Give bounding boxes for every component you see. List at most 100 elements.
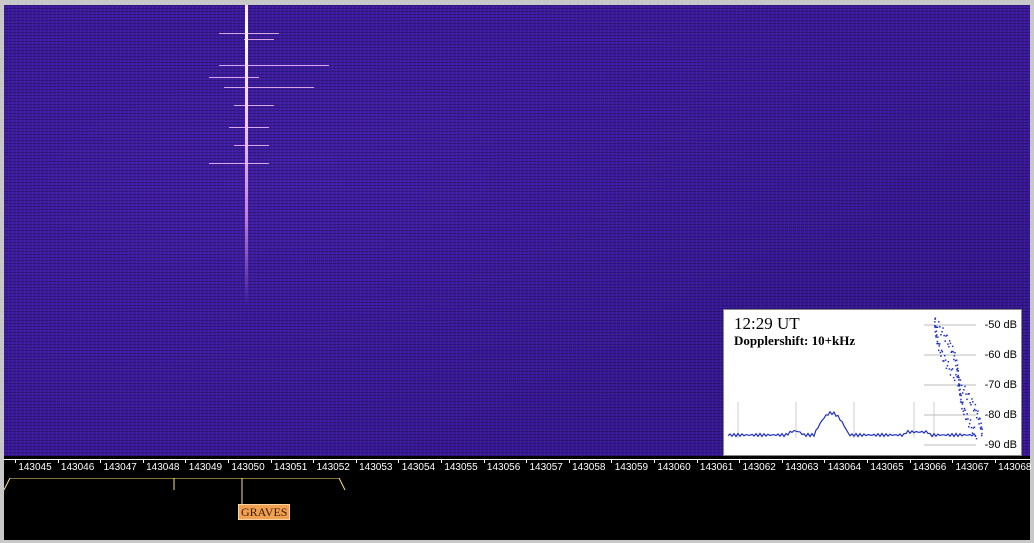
doppler-point xyxy=(944,354,946,357)
frequency-label: 143064 xyxy=(827,462,862,473)
scale-tick xyxy=(100,459,102,463)
frequency-label: 143055 xyxy=(444,462,478,473)
doppler-point xyxy=(944,359,947,361)
doppler-point xyxy=(952,351,954,353)
doppler-point xyxy=(953,358,955,361)
doppler-point xyxy=(968,422,971,425)
meteor-echo xyxy=(209,163,269,164)
doppler-point xyxy=(945,367,948,370)
scale-tick xyxy=(142,459,144,463)
doppler-point xyxy=(943,334,945,337)
doppler-point xyxy=(968,426,970,428)
scale-tick xyxy=(228,459,229,463)
scale-tick xyxy=(483,459,485,463)
graves-marker-label[interactable]: GRAVES xyxy=(238,504,291,520)
doppler-point xyxy=(973,426,976,428)
frequency-label: 143050 xyxy=(231,462,265,473)
doppler-point xyxy=(981,434,983,437)
doppler-point xyxy=(934,321,936,323)
scale-tick xyxy=(867,459,868,463)
scale-line xyxy=(4,459,1030,460)
doppler-point xyxy=(981,428,983,430)
db-label: -90 dB xyxy=(984,439,1017,451)
doppler-point xyxy=(938,349,940,352)
frequency-label: 143068 xyxy=(998,462,1032,473)
doppler-point xyxy=(948,368,951,370)
scale-tick xyxy=(611,459,613,463)
doppler-point xyxy=(963,389,965,391)
doppler-point xyxy=(954,352,956,354)
doppler-point xyxy=(967,418,969,420)
frequency-label: 143053 xyxy=(359,462,393,473)
doppler-point xyxy=(976,413,979,415)
spectrum-trace xyxy=(727,410,977,438)
frequency-label: 143054 xyxy=(401,462,436,473)
frequency-label: 143060 xyxy=(657,462,691,473)
doppler-point xyxy=(958,379,960,381)
doppler-point xyxy=(960,384,963,387)
doppler-point xyxy=(963,407,966,410)
doppler-point xyxy=(960,398,962,401)
doppler-point xyxy=(969,419,972,421)
doppler-point xyxy=(937,343,939,345)
utc-time: 12:29 UT xyxy=(734,314,800,333)
db-label: -50 dB xyxy=(984,319,1017,331)
doppler-point xyxy=(963,413,965,416)
doppler-point xyxy=(956,364,959,366)
doppler-point xyxy=(940,355,942,357)
doppler-point xyxy=(935,336,937,338)
scale-tick xyxy=(696,459,698,463)
doppler-point xyxy=(978,423,980,425)
scale-tick xyxy=(994,459,996,463)
doppler-point xyxy=(940,334,942,336)
frequency-label: 143065 xyxy=(870,462,904,473)
doppler-point xyxy=(949,374,952,376)
doppler-point xyxy=(962,392,964,394)
doppler-point xyxy=(948,345,950,348)
doppler-point xyxy=(939,326,941,328)
doppler-point xyxy=(969,402,971,404)
doppler-point xyxy=(936,326,939,328)
frequency-label: 143062 xyxy=(742,462,776,473)
doppler-point xyxy=(939,351,942,354)
doppler-point xyxy=(938,345,940,347)
doppler-point xyxy=(971,432,974,434)
doppler-point xyxy=(938,321,940,323)
passband-outline xyxy=(4,478,346,504)
doppler-point xyxy=(968,393,970,395)
frequency-label: 143051 xyxy=(273,462,308,473)
doppler-point xyxy=(980,428,982,430)
doppler-point xyxy=(966,413,968,415)
meteor-echo xyxy=(209,77,259,78)
doppler-point xyxy=(960,394,962,397)
doppler-point xyxy=(953,355,956,357)
doppler-point xyxy=(961,407,963,410)
doppler-point xyxy=(943,360,945,362)
frequency-label: 143058 xyxy=(572,462,606,473)
doppler-point xyxy=(951,350,953,353)
meteor-echo xyxy=(229,127,269,128)
scale-tick xyxy=(398,459,400,463)
meteor-echo xyxy=(234,145,269,146)
doppler-point xyxy=(970,426,973,429)
scale-tick xyxy=(909,459,911,463)
doppler-point xyxy=(946,334,948,336)
doppler-point xyxy=(981,432,983,435)
doppler-point xyxy=(946,364,949,367)
doppler-point xyxy=(935,326,937,328)
frequency-label: 143056 xyxy=(486,462,521,473)
db-label: -70 dB xyxy=(984,379,1017,391)
frequency-label: 143063 xyxy=(785,462,819,473)
scale-tick xyxy=(355,459,357,463)
scale-tick xyxy=(185,459,187,463)
doppler-point xyxy=(977,410,979,412)
doppler-point xyxy=(954,379,956,382)
scale-tick xyxy=(568,459,570,463)
frequency-label: 143049 xyxy=(188,462,223,473)
doppler-point xyxy=(962,410,965,412)
doppler-point xyxy=(970,404,972,406)
frequency-label: 143061 xyxy=(699,462,734,473)
doppler-point xyxy=(949,342,952,345)
doppler-point xyxy=(966,398,968,401)
meteor-echo xyxy=(219,33,279,34)
